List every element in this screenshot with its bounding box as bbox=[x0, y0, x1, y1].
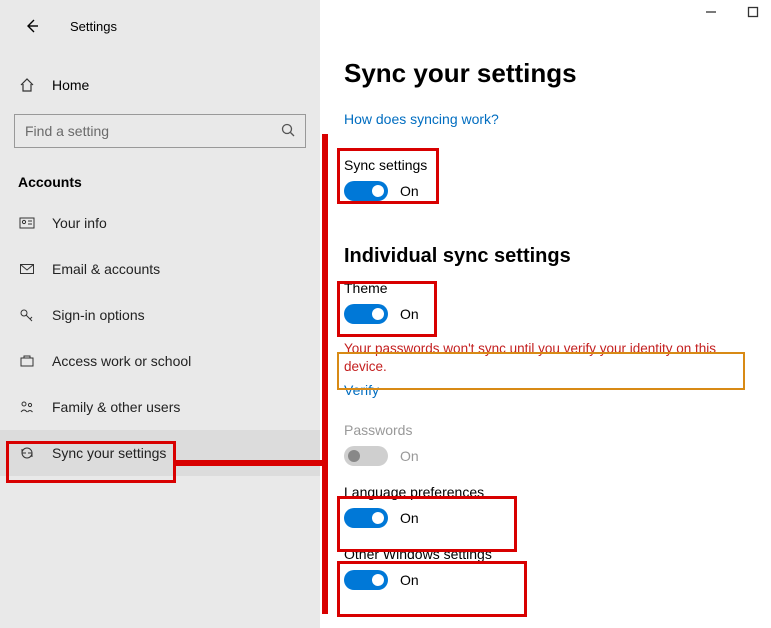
sidebar-item-sync-settings[interactable]: Sync your settings bbox=[0, 430, 320, 476]
setting-label: Other Windows settings bbox=[344, 546, 751, 562]
key-icon bbox=[18, 307, 36, 323]
individual-sync-title: Individual sync settings bbox=[344, 245, 751, 268]
toggle-other-windows[interactable] bbox=[344, 570, 388, 590]
user-card-icon bbox=[18, 215, 36, 231]
mail-icon bbox=[18, 261, 36, 277]
sidebar: Settings Home Accounts Your info Email &… bbox=[0, 0, 320, 628]
setting-label: Sync settings bbox=[344, 157, 751, 173]
home-label: Home bbox=[52, 77, 89, 93]
toggle-sync-settings[interactable] bbox=[344, 181, 388, 201]
back-button[interactable] bbox=[18, 12, 46, 40]
setting-theme: Theme On bbox=[344, 280, 751, 324]
search-input[interactable] bbox=[14, 114, 306, 148]
toggle-state: On bbox=[400, 510, 419, 526]
toggle-state: On bbox=[400, 183, 419, 199]
home-icon bbox=[18, 77, 36, 93]
toggle-language[interactable] bbox=[344, 508, 388, 528]
sidebar-item-family-users[interactable]: Family & other users bbox=[0, 384, 320, 430]
toggle-state: On bbox=[400, 306, 419, 322]
home-nav[interactable]: Home bbox=[0, 66, 320, 104]
section-title: Accounts bbox=[18, 174, 320, 190]
toggle-theme[interactable] bbox=[344, 304, 388, 324]
toggle-state: On bbox=[400, 572, 419, 588]
window-controls bbox=[703, 4, 761, 20]
setting-passwords: Passwords On bbox=[344, 422, 751, 466]
sidebar-item-label: Family & other users bbox=[52, 399, 180, 415]
page-title: Sync your settings bbox=[344, 58, 751, 89]
setting-sync-settings: Sync settings On bbox=[344, 157, 751, 201]
setting-other-windows: Other Windows settings On bbox=[344, 546, 751, 590]
help-link[interactable]: How does syncing work? bbox=[344, 111, 499, 127]
arrow-left-icon bbox=[24, 18, 40, 34]
sidebar-item-label: Sync your settings bbox=[52, 445, 166, 461]
verify-link[interactable]: Verify bbox=[344, 382, 379, 398]
sidebar-item-label: Sign-in options bbox=[52, 307, 145, 323]
sidebar-item-signin-options[interactable]: Sign-in options bbox=[0, 292, 320, 338]
maximize-button[interactable] bbox=[745, 4, 761, 20]
toggle-state: On bbox=[400, 448, 419, 464]
app-title: Settings bbox=[70, 19, 117, 34]
sync-icon bbox=[18, 445, 36, 461]
setting-label: Theme bbox=[344, 280, 751, 296]
setting-language: Language preferences On bbox=[344, 484, 751, 528]
sidebar-item-label: Email & accounts bbox=[52, 261, 160, 277]
sidebar-item-label: Your info bbox=[52, 215, 107, 231]
setting-label: Language preferences bbox=[344, 484, 751, 500]
content-pane: Sync your settings How does syncing work… bbox=[320, 0, 771, 628]
sidebar-item-your-info[interactable]: Your info bbox=[0, 200, 320, 246]
toggle-passwords bbox=[344, 446, 388, 466]
sidebar-item-email-accounts[interactable]: Email & accounts bbox=[0, 246, 320, 292]
family-icon bbox=[18, 399, 36, 415]
setting-label: Passwords bbox=[344, 422, 751, 438]
sidebar-item-access-work-school[interactable]: Access work or school bbox=[0, 338, 320, 384]
search-icon bbox=[280, 122, 296, 143]
minimize-button[interactable] bbox=[703, 4, 719, 20]
password-warning-text: Your passwords won't sync until you veri… bbox=[344, 340, 751, 376]
briefcase-icon bbox=[18, 353, 36, 369]
search-container bbox=[14, 114, 306, 148]
title-bar: Settings bbox=[0, 6, 320, 46]
password-warning-block: Your passwords won't sync until you veri… bbox=[344, 340, 751, 400]
sidebar-item-label: Access work or school bbox=[52, 353, 191, 369]
